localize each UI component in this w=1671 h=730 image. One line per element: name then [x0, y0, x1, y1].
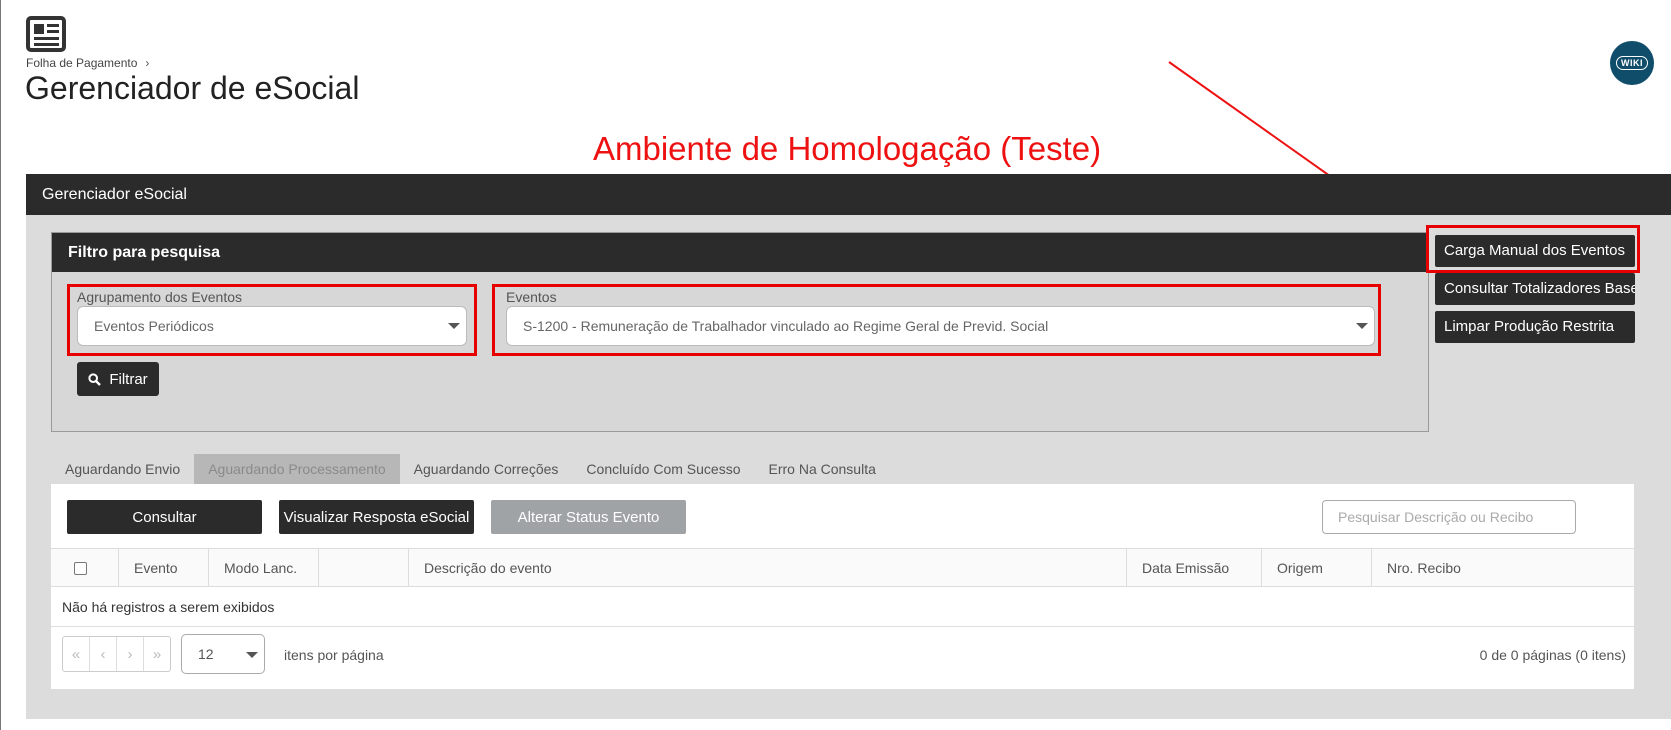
page-size-value: 12	[198, 646, 214, 662]
pager: « ‹ › » 12 itens por página 0 de 0 págin…	[51, 626, 1634, 689]
newspaper-icon	[26, 16, 66, 52]
tab-awaiting-send[interactable]: Aguardando Envio	[51, 454, 194, 484]
breadcrumb: Folha de Pagamento ›	[26, 56, 149, 70]
select-all-cell	[51, 549, 119, 587]
pager-nav: « ‹ › »	[62, 636, 171, 672]
view-response-button[interactable]: Visualizar Resposta eSocial	[279, 500, 474, 534]
column-header[interactable]: Data Emissão	[1127, 549, 1262, 587]
prev-page-icon[interactable]: ‹	[90, 637, 117, 671]
column-header[interactable]: Descrição do evento	[409, 549, 1127, 587]
tab-awaiting-corrections[interactable]: Aguardando Correções	[400, 454, 573, 484]
column-header[interactable]: Evento	[119, 549, 209, 587]
tab-completed[interactable]: Concluído Com Sucesso	[572, 454, 754, 484]
wiki-button[interactable]: WIKI	[1610, 41, 1654, 85]
grid-content: Consultar Visualizar Resposta eSocial Al…	[51, 484, 1634, 689]
grid-header: Evento Modo Lanc. Descrição do evento Da…	[51, 548, 1634, 587]
page-size-select[interactable]: 12	[181, 634, 265, 674]
main-panel: Gerenciador eSocial Filtro para pesquisa…	[26, 174, 1671, 719]
search-icon	[88, 372, 102, 386]
annotation-frame-manual-load	[1426, 225, 1640, 273]
filter-button[interactable]: Filtrar	[77, 362, 159, 396]
change-status-button[interactable]: Alterar Status Evento	[491, 500, 686, 534]
pager-info: 0 de 0 páginas (0 itens)	[1479, 647, 1626, 663]
breadcrumb-item[interactable]: Folha de Pagamento	[26, 56, 137, 70]
window-left-border	[0, 0, 1, 730]
page-title: Gerenciador de eSocial	[25, 70, 360, 106]
column-header[interactable]: Modo Lanc.	[209, 549, 319, 587]
search-input[interactable]: Pesquisar Descrição ou Recibo	[1322, 500, 1576, 534]
filter-header: Filtro para pesquisa	[52, 233, 1428, 272]
annotation-frame-events	[492, 284, 1381, 356]
per-page-label: itens por página	[284, 647, 384, 663]
first-page-icon[interactable]: «	[63, 637, 90, 671]
status-tabs: Aguardando Envio Aguardando Processament…	[51, 454, 890, 484]
annotation-frame-group	[67, 284, 477, 356]
tab-awaiting-processing[interactable]: Aguardando Processamento	[194, 454, 400, 484]
empty-message: Não há registros a serem exibidos	[62, 599, 275, 615]
last-page-icon[interactable]: »	[144, 637, 170, 671]
filter-button-label: Filtrar	[109, 370, 148, 388]
totalizers-button[interactable]: Consultar Totalizadores Base	[1435, 273, 1635, 305]
next-page-icon[interactable]: ›	[117, 637, 144, 671]
wiki-label: WIKI	[1616, 56, 1648, 70]
chevron-right-icon: ›	[145, 56, 150, 70]
panel-header: Gerenciador eSocial	[26, 174, 1671, 215]
column-header[interactable]: Nro. Recibo	[1372, 549, 1634, 587]
tab-query-error[interactable]: Erro Na Consulta	[755, 454, 890, 484]
select-all-checkbox[interactable]	[74, 562, 87, 575]
clear-restricted-button[interactable]: Limpar Produção Restrita	[1435, 311, 1635, 343]
column-header[interactable]: Origem	[1262, 549, 1372, 587]
column-header[interactable]	[319, 549, 409, 587]
chevron-down-icon	[246, 652, 258, 658]
annotation-text: Ambiente de Homologação (Teste)	[593, 130, 1102, 167]
consult-button[interactable]: Consultar	[67, 500, 262, 534]
